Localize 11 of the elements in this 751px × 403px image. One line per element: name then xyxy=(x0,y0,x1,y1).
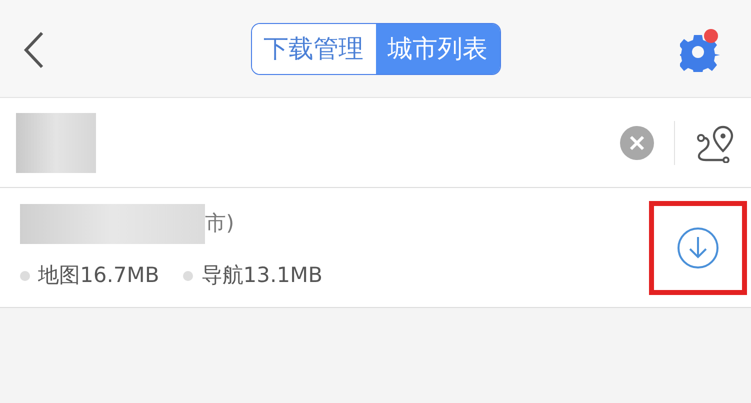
settings-icon[interactable] xyxy=(680,28,720,72)
tab[interactable]: 下载管理 xyxy=(252,24,376,74)
size-label: 导航13.1MB xyxy=(201,262,323,289)
city-name: 市) xyxy=(205,210,234,237)
bullet-icon xyxy=(20,270,30,280)
size-label: 地图16.7MB xyxy=(38,262,160,289)
clear-icon[interactable] xyxy=(620,126,654,160)
back-icon[interactable] xyxy=(22,30,46,70)
bullet-icon xyxy=(183,270,194,280)
download-icon[interactable] xyxy=(677,226,719,268)
tab[interactable]: 城市列表 xyxy=(376,24,500,74)
